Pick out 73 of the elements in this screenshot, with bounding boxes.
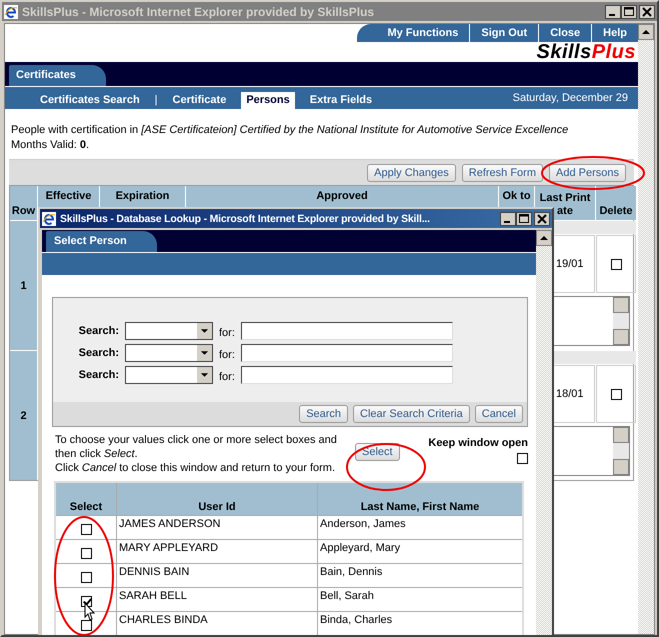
toolbar-button[interactable]: Add Persons: [549, 164, 626, 182]
toolbar-button[interactable]: Apply Changes: [367, 164, 456, 182]
field-dropdown[interactable]: [125, 366, 213, 384]
sub-nav-tab[interactable]: Certificates Search: [35, 92, 145, 109]
delete-checkbox[interactable]: [610, 258, 622, 270]
separator: |: [154, 94, 158, 108]
caret-icon[interactable]: [200, 350, 209, 356]
vertical-scrollbar[interactable]: [638, 24, 654, 634]
top-nav-tab[interactable]: My Functions: [357, 24, 470, 42]
minimize-icon[interactable]: [500, 212, 516, 226]
top-nav-tab[interactable]: Close: [538, 24, 592, 42]
field-dropdown[interactable]: [125, 344, 213, 362]
table-cell: Bain, Dennis: [318, 564, 522, 587]
search-label: Search:: [78, 347, 119, 359]
row-number: 2: [10, 351, 37, 480]
search-input[interactable]: [240, 322, 453, 340]
minimize-icon[interactable]: [605, 4, 621, 18]
for-label: for:: [219, 326, 235, 338]
toolbar-button[interactable]: Refresh Form: [462, 164, 544, 182]
instruction-text: To choose your values click one or more select boxes and then click Select.: [55, 433, 338, 461]
date-label: Saturday, December 29: [512, 92, 629, 104]
logo: SkillsPlus: [536, 42, 637, 62]
select-checkbox[interactable]: [80, 572, 92, 583]
column-header: Last Name, First Name: [318, 483, 522, 515]
top-nav-tab[interactable]: Help: [591, 24, 638, 42]
search-panel-button[interactable]: Clear Search Criteria: [353, 405, 470, 423]
for-label: for:: [219, 348, 235, 360]
browser-icon: [42, 212, 56, 226]
certification-description: People with certification in [ASE Certificateion] Certified by the National Institute for Automotive Service Excellence Months Valid: 0.: [11, 123, 570, 153]
row-number: 1: [10, 221, 37, 350]
maximize-icon[interactable]: [621, 4, 637, 18]
search-panel-button[interactable]: Search: [299, 405, 348, 423]
field-dropdown[interactable]: [125, 322, 213, 340]
search-label: Search:: [78, 369, 119, 381]
section-tab[interactable]: Select Person: [46, 231, 157, 252]
sub-nav-tab[interactable]: Extra Fields: [304, 92, 378, 109]
search-input[interactable]: [240, 344, 453, 362]
column-header: Delete: [596, 186, 636, 220]
instruction-text: Click Cancel to close this window and return to your form.: [55, 461, 336, 475]
table-cell: CHARLES BINDA: [117, 612, 317, 635]
keep-open-checkbox[interactable]: [517, 453, 528, 464]
select-checkbox[interactable]: [80, 524, 92, 535]
close-icon[interactable]: [534, 212, 550, 226]
sub-nav-tab[interactable]: Persons: [241, 92, 295, 109]
vertical-scrollbar[interactable]: [536, 230, 552, 635]
column-header: User Id: [117, 483, 317, 515]
for-label: for:: [219, 370, 235, 382]
search-input[interactable]: [240, 366, 453, 384]
column-header: Select: [56, 483, 116, 515]
section-tab[interactable]: Certificates: [9, 65, 106, 86]
delete-checkbox[interactable]: [610, 388, 622, 400]
table-cell: Binda, Charles: [318, 612, 522, 635]
table-cell: Bell, Sarah: [318, 588, 522, 611]
table-cell: DENNIS BAIN: [117, 564, 317, 587]
window-title: SkillsPlus - Microsoft Internet Explorer provided by SkillsPlus: [22, 4, 376, 18]
caret-icon[interactable]: [200, 328, 209, 334]
caret-icon[interactable]: [200, 372, 209, 378]
maximize-icon[interactable]: [516, 212, 532, 226]
sub-nav-tab[interactable]: Certificate: [168, 92, 232, 109]
top-nav-tab[interactable]: Sign Out: [469, 24, 538, 42]
table-cell: MARY APPLEYARD: [117, 540, 317, 563]
table-cell: SARAH BELL: [117, 588, 317, 611]
select-checkbox[interactable]: [80, 548, 92, 559]
close-icon[interactable]: [639, 4, 655, 18]
keep-open-label: Keep window open: [428, 437, 528, 449]
table-cell: JAMES ANDERSON: [117, 516, 317, 539]
table-cell: Appleyard, Mary: [318, 540, 522, 563]
table-cell: Anderson, James: [318, 516, 522, 539]
column-header: Row: [10, 186, 37, 220]
select-checkbox[interactable]: [80, 620, 92, 631]
search-panel-button[interactable]: Cancel: [474, 405, 523, 423]
browser-icon: [4, 4, 18, 18]
search-label: Search:: [78, 325, 119, 337]
